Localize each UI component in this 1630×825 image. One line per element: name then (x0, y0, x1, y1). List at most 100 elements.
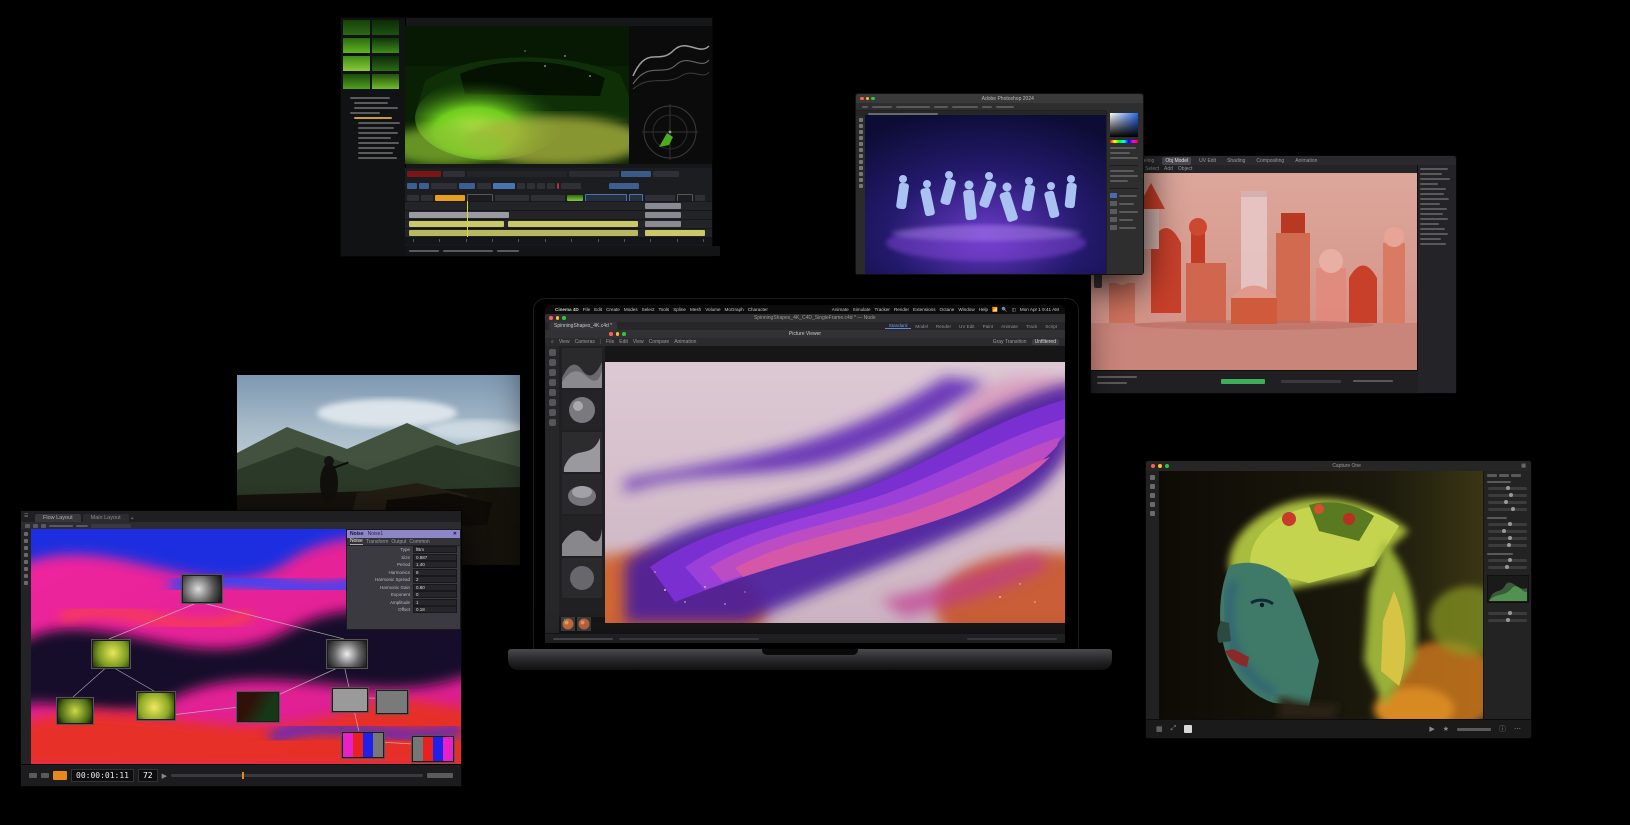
render-thumbnail[interactable] (562, 348, 602, 388)
play-icon[interactable]: ▶ (1429, 725, 1434, 733)
eraser-tool-icon[interactable] (858, 160, 863, 164)
transport-button[interactable] (29, 773, 37, 778)
tool-button[interactable] (583, 183, 607, 189)
pen-tool-icon[interactable] (858, 172, 863, 176)
tool-button[interactable] (537, 183, 545, 189)
eyedropper-tool-icon[interactable] (858, 142, 863, 146)
menu-tracker[interactable]: Tracker (875, 307, 890, 312)
props-tab[interactable]: Common (409, 539, 429, 545)
add-tab-icon[interactable]: + (131, 516, 134, 522)
layout-tab[interactable]: Animate (997, 324, 1022, 329)
curve-slider[interactable] (1488, 611, 1527, 615)
menu-animate[interactable]: Animate (832, 307, 849, 312)
image-node-icon[interactable] (24, 532, 28, 536)
menu-spline[interactable]: Spline (673, 307, 686, 312)
menu-mesh[interactable]: Mesh (690, 307, 701, 312)
node-thumbnail[interactable] (56, 697, 94, 725)
layout-tab[interactable]: Model (911, 324, 932, 329)
minimize-button[interactable] (555, 316, 559, 320)
material-sphere[interactable] (561, 617, 575, 631)
timeline-clip[interactable] (409, 221, 504, 227)
clip-thumbnail[interactable] (343, 38, 370, 53)
more-icon[interactable]: ⋯ (1514, 725, 1521, 733)
timeline-track[interactable] (405, 229, 712, 237)
photoshop-toolbar[interactable] (856, 116, 865, 274)
property-value[interactable]: 1.40 (413, 561, 457, 569)
transport-button[interactable] (41, 773, 49, 778)
viewport-menu-cameras[interactable]: Cameras (575, 339, 595, 345)
menu-simulate[interactable]: Simulate (853, 307, 871, 312)
control-center-icon[interactable]: ◫ (1012, 307, 1016, 313)
document-tab[interactable]: SpinningShapes_4K.c4d * (549, 322, 618, 330)
rate-icon[interactable]: ★ (1443, 725, 1449, 733)
timeline-slider[interactable] (171, 772, 423, 779)
property-value[interactable]: fBm (413, 546, 457, 554)
clip-thumbnail[interactable] (372, 74, 399, 89)
timeline-clip[interactable] (645, 230, 705, 236)
timeline-playhead[interactable] (467, 201, 468, 237)
tool-icon[interactable] (548, 369, 556, 376)
nav-button[interactable] (407, 183, 417, 189)
lasso-tool-icon[interactable] (858, 130, 863, 134)
tool-icon[interactable] (548, 409, 556, 416)
menu-octane[interactable]: Octane (940, 307, 955, 312)
flame-timeline[interactable] (405, 201, 712, 246)
property-value[interactable]: 0.80 (413, 583, 457, 591)
node-thumbnail[interactable] (375, 689, 409, 715)
structure-slider[interactable] (1488, 565, 1527, 569)
clip-thumbnail[interactable] (372, 38, 399, 53)
tool-button[interactable] (527, 183, 535, 189)
flame-media-tree[interactable] (341, 92, 405, 161)
menu-create[interactable]: Create (606, 307, 620, 312)
panel-close-icon[interactable]: ✕ (453, 531, 457, 537)
tool-icon[interactable] (548, 349, 556, 356)
menu-select[interactable]: Select (642, 307, 655, 312)
tool-icon[interactable] (548, 399, 556, 406)
shadow-slider[interactable] (1488, 529, 1527, 533)
timeline-clip[interactable] (645, 221, 681, 227)
props-tab[interactable]: Output (391, 539, 406, 545)
metadata-icon[interactable] (1150, 502, 1155, 507)
clip-thumbnail[interactable] (372, 56, 399, 71)
property-value[interactable]: 0 (413, 591, 457, 599)
minimize-button[interactable] (1158, 464, 1162, 468)
timeline-clip[interactable] (645, 203, 681, 209)
brightness-slider[interactable] (1488, 500, 1527, 504)
property-value[interactable]: 8 (413, 568, 457, 576)
node-thumbnail[interactable] (136, 691, 176, 721)
layout-tab[interactable]: Render (932, 324, 955, 329)
layout-tab-standard[interactable]: Standard (884, 323, 912, 329)
timeline-clip[interactable] (409, 212, 509, 218)
record-indicator[interactable] (407, 171, 441, 177)
filter-node-icon[interactable] (24, 553, 28, 557)
layout-tab[interactable]: Script (1041, 324, 1061, 329)
draw-node-icon[interactable] (24, 539, 28, 543)
c4d-titlebar[interactable]: SpinningShapes_4K_C4D_SingleFrame.c4d * … (545, 314, 1065, 322)
tool-button[interactable] (517, 183, 525, 189)
level-slider[interactable] (1488, 618, 1527, 622)
clarity-slider[interactable] (1488, 558, 1527, 562)
saturation-slider[interactable] (1488, 507, 1527, 511)
menu-character[interactable]: Character (748, 307, 768, 312)
app-menu[interactable]: Cinema 4D (555, 307, 579, 312)
transform-node-icon[interactable] (24, 567, 28, 571)
render-thumbnail[interactable] (562, 390, 602, 430)
search-icon[interactable]: 🔍 (1002, 307, 1008, 313)
record-button[interactable] (53, 771, 67, 780)
filter-dropdown[interactable]: Unfiltered (1031, 339, 1059, 345)
node-thumbnail[interactable] (331, 687, 369, 713)
browse-icon[interactable]: ▦ (1156, 725, 1163, 733)
white-slider[interactable] (1488, 536, 1527, 540)
clip-thumbnail[interactable] (343, 56, 370, 71)
wifi-icon[interactable]: 📶 (992, 307, 998, 313)
tool-icon[interactable] (548, 419, 556, 426)
render-thumbnail[interactable] (562, 516, 602, 556)
material-sphere[interactable] (577, 617, 591, 631)
property-value[interactable]: 0.887 (413, 553, 457, 561)
black-slider[interactable] (1488, 543, 1527, 547)
workspace-tab[interactable]: Animation (1292, 157, 1320, 165)
tool-button[interactable] (547, 183, 555, 189)
crop-tool-icon[interactable] (858, 136, 863, 140)
property-value[interactable]: 2 (413, 576, 457, 584)
menu-object[interactable]: Object (1178, 166, 1192, 172)
